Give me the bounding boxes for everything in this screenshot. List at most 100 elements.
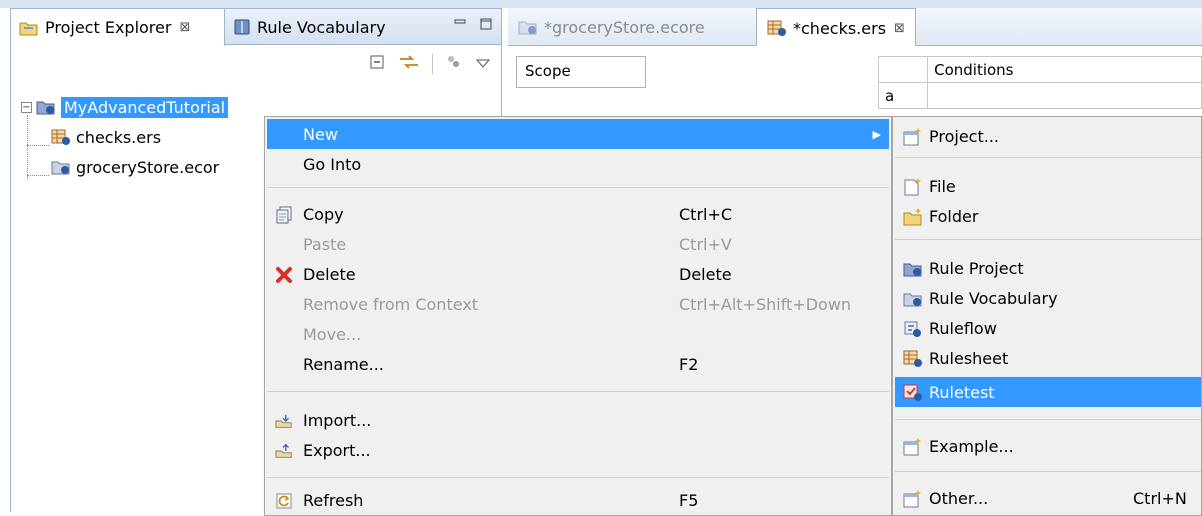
submenu-item-label: Project... — [929, 126, 999, 146]
submenu-item-label: Rule Vocabulary — [929, 288, 1058, 308]
other-wizard-icon — [903, 489, 923, 509]
submenu-arrow-icon: ▶ — [872, 127, 881, 141]
menu-item-label: Delete — [303, 264, 356, 284]
menu-item-label: Copy — [303, 204, 344, 224]
submenu-item-other[interactable]: Other... Ctrl+N — [895, 483, 1201, 513]
new-file-icon — [903, 177, 923, 197]
vocabulary-file-icon — [51, 158, 71, 176]
menu-item-move[interactable]: Move... — [267, 319, 889, 349]
collapse-toggle-icon[interactable]: − — [21, 101, 32, 113]
ruleflow-icon — [903, 319, 923, 339]
tree-item-grocerystore-label: groceryStore.ecor — [76, 157, 220, 177]
menu-item-label: Export... — [303, 440, 371, 460]
row-label-a: a — [877, 82, 929, 109]
submenu-item-project[interactable]: Project... — [895, 121, 1201, 151]
menu-item-export[interactable]: Export... — [267, 435, 889, 465]
view-menu-chevron-down-icon[interactable] — [475, 55, 491, 74]
submenu-separator — [895, 471, 1201, 472]
submenu-separator — [895, 419, 1201, 420]
tab-project-explorer-label: Project Explorer — [45, 18, 172, 37]
menu-separator — [267, 391, 889, 392]
menu-item-shortcut: Ctrl+V — [679, 234, 732, 254]
rulesheet-file-icon — [767, 19, 787, 37]
submenu-item-ruleflow[interactable]: Ruleflow — [895, 313, 1201, 343]
menu-item-paste[interactable]: Paste Ctrl+V — [267, 229, 889, 259]
submenu-item-folder[interactable]: Folder — [895, 201, 1201, 231]
menu-item-label: Refresh — [303, 490, 364, 510]
menu-item-shortcut: Delete — [679, 264, 732, 284]
tab-grocerystore-label: *groceryStore.ecore — [544, 17, 705, 37]
tree-item-checks-ers[interactable]: checks.ers — [51, 125, 161, 149]
submenu-item-rule-vocabulary[interactable]: Rule Vocabulary — [895, 283, 1201, 313]
menu-item-label: Paste — [303, 234, 347, 254]
project-explorer-icon — [19, 19, 39, 37]
scope-panel[interactable]: Scope — [516, 56, 646, 88]
tab-checks-ers[interactable]: *checks.ers ⊠ — [756, 8, 916, 47]
submenu-item-ruletest[interactable]: Ruletest — [895, 377, 1201, 407]
ruletest-icon — [903, 383, 923, 403]
explorer-tab-bar: Project Explorer ⊠ Rule Vocabulary — [11, 9, 501, 46]
tab-rule-vocabulary[interactable]: Rule Vocabulary — [225, 9, 394, 45]
delete-icon — [275, 266, 293, 284]
copy-icon — [275, 206, 293, 224]
maximize-icon[interactable] — [479, 17, 493, 35]
example-icon — [903, 437, 923, 457]
tab-rule-vocabulary-label: Rule Vocabulary — [257, 17, 386, 37]
menu-item-delete[interactable]: Delete Delete — [267, 259, 889, 289]
menu-item-shortcut: F2 — [679, 354, 699, 374]
editor-tab-bar: *groceryStore.ecore *checks.ers ⊠ — [508, 8, 1202, 47]
new-submenu: Project... File Folder Rule Project Rule… — [892, 116, 1202, 516]
close-icon[interactable]: ⊠ — [179, 20, 190, 35]
menu-item-shortcut: Ctrl+C — [679, 204, 733, 224]
conditions-header: Conditions — [927, 56, 1202, 83]
menu-item-shortcut: Ctrl+Alt+Shift+Down — [679, 294, 852, 314]
view-buttons — [453, 17, 493, 35]
collapse-all-icon[interactable] — [368, 53, 386, 75]
menu-item-label: Remove from Context — [303, 294, 479, 314]
menu-separator — [267, 187, 889, 188]
submenu-separator — [895, 157, 1201, 158]
menu-separator — [267, 477, 889, 478]
context-menu: New ▶ Go Into Copy Ctrl+C Paste Ctrl+V D… — [264, 116, 892, 516]
tab-grocerystore-ecore[interactable]: *groceryStore.ecore — [508, 8, 715, 46]
submenu-item-rulesheet[interactable]: Rulesheet — [895, 343, 1201, 373]
menu-item-label: Rename... — [303, 354, 384, 374]
rule-project-icon — [36, 98, 56, 116]
close-icon[interactable]: ⊠ — [894, 21, 905, 36]
window-top-strip — [0, 0, 1202, 8]
vocabulary-file-icon — [518, 18, 538, 36]
tab-checks-ers-label: *checks.ers — [793, 18, 887, 38]
submenu-item-shortcut: Ctrl+N — [1133, 488, 1187, 508]
rulesheet-file-icon — [51, 128, 71, 146]
menu-item-label: New — [303, 124, 338, 144]
submenu-item-label: Other... — [929, 488, 989, 508]
submenu-item-rule-project[interactable]: Rule Project — [895, 253, 1201, 283]
condition-cell[interactable] — [927, 82, 1202, 109]
menu-item-label: Move... — [303, 324, 362, 344]
submenu-item-label: File — [929, 176, 956, 196]
submenu-item-example[interactable]: Example... — [895, 431, 1201, 461]
rulesheet-icon — [903, 349, 923, 369]
tree-item-grocerystore-ecore[interactable]: groceryStore.ecor — [51, 155, 219, 179]
toolbar-separator — [432, 54, 433, 74]
menu-item-label: Go Into — [303, 154, 362, 174]
menu-item-remove-from-context[interactable]: Remove from Context Ctrl+Alt+Shift+Down — [267, 289, 889, 319]
menu-item-go-into[interactable]: Go Into — [267, 149, 889, 179]
submenu-item-label: Ruletest — [929, 382, 995, 402]
menu-item-copy[interactable]: Copy Ctrl+C — [267, 199, 889, 229]
menu-item-refresh[interactable]: Refresh F5 — [267, 485, 889, 515]
explorer-toolbar — [368, 53, 491, 75]
minimize-icon[interactable] — [453, 17, 467, 35]
menu-item-label: Import... — [303, 410, 372, 430]
menu-item-import[interactable]: Import... — [267, 405, 889, 435]
menu-item-rename[interactable]: Rename... F2 — [267, 349, 889, 379]
filter-icon[interactable] — [445, 53, 463, 75]
conditions-grid: Conditions a — [877, 56, 1202, 109]
tab-project-explorer[interactable]: Project Explorer ⊠ — [11, 9, 225, 46]
menu-item-new[interactable]: New ▶ — [267, 119, 889, 149]
link-with-editor-icon[interactable] — [398, 53, 420, 75]
submenu-item-label: Rulesheet — [929, 348, 1009, 368]
tree-item-project[interactable]: − MyAdvancedTutorial — [21, 95, 229, 119]
export-icon — [275, 442, 293, 460]
submenu-item-file[interactable]: File — [895, 171, 1201, 201]
